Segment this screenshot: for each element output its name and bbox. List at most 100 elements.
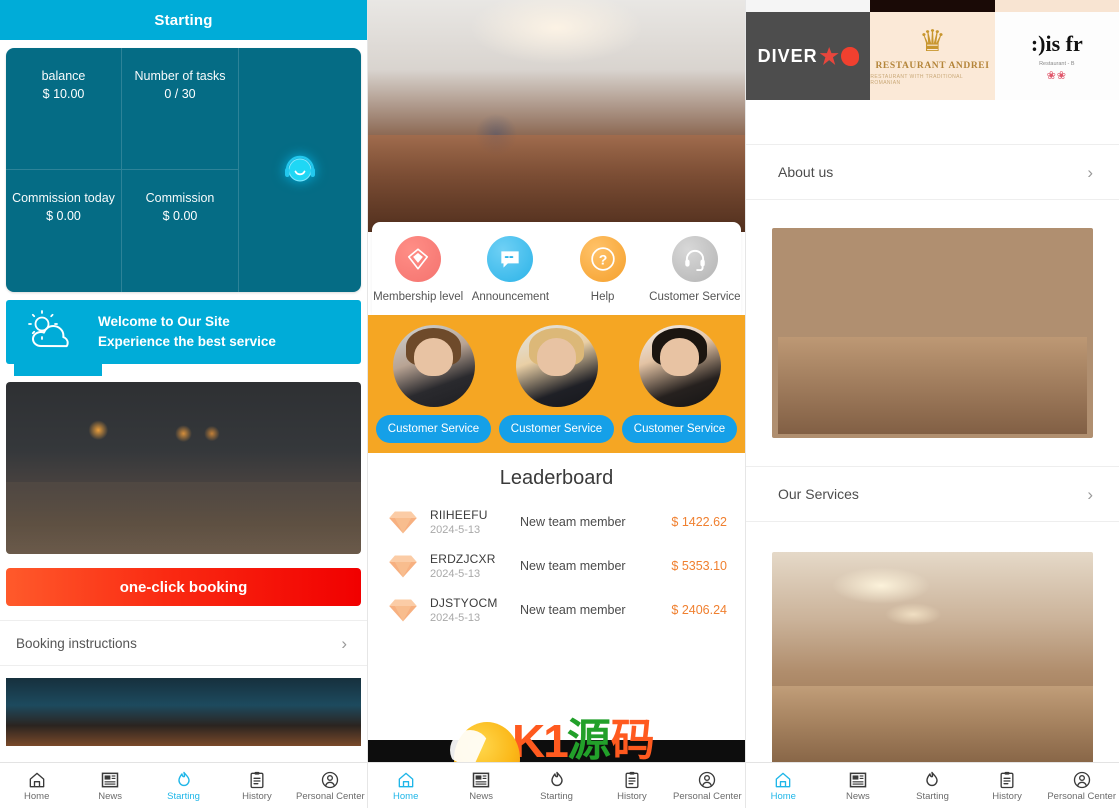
our-services-photo-image [772,552,1093,792]
leaderboard-amount: $ 2406.24 [671,603,727,617]
avatar-face [413,338,454,376]
quick-action-announcement[interactable]: Announcement [464,236,556,305]
news-icon [849,772,867,787]
stats-grid: balance $ 10.00 Number of tasks 0 / 30 C… [6,48,238,292]
three-panel-screenshot: Starting balance $ 10.00 Number of tasks… [0,0,1119,808]
tab-home[interactable]: Home [0,770,73,802]
tab-label: History [242,790,272,802]
member-name: RIIHEEFU [430,508,488,522]
our-services-photo [772,552,1093,792]
flower-mark-icon: ❀❀ [1046,69,1068,82]
bottom-navigation[interactable]: Home News Starting History Personal Cent… [0,762,367,808]
quick-action-label: Membership level [373,291,464,303]
about-us-row[interactable]: About us › [746,144,1119,200]
quick-action-label: Customer Service [649,291,741,303]
welcome-line-1: Welcome to Our Site [98,314,230,329]
tab-history[interactable]: History [594,770,669,802]
our-services-label: Our Services [778,486,859,502]
customer-service-entry[interactable]: Customer Service [376,325,491,443]
tab-label: Home [393,790,419,802]
quick-action-label: Help [590,291,615,303]
flame-icon [926,771,939,786]
tab-news[interactable]: News [73,770,146,802]
home-icon [398,772,414,787]
customer-service-button[interactable]: Customer Service [376,415,491,443]
one-click-booking-button[interactable]: one-click booking [6,568,361,606]
member-name: ERDZJCXR [430,552,496,566]
stat-value: $ 0.00 [162,209,198,223]
chevron-right-icon: › [341,633,347,653]
about-us-photo [772,228,1093,438]
speech-bubble-icon [487,236,534,282]
svg-text:?: ? [598,251,607,267]
brand-name: RESTAURANT ANDREI [875,60,990,71]
tab-news[interactable]: News [821,770,896,802]
tab-starting[interactable]: Starting [895,770,970,802]
tab-starting[interactable]: Starting [147,770,220,802]
booking-instructions-label: Booking instructions [16,635,137,651]
booking-instructions-row[interactable]: Booking instructions › [0,620,367,666]
leaderboard-desc: New team member [520,603,626,617]
brand-logo-diverxo: DIVER [746,0,871,100]
support-entry[interactable] [238,48,361,292]
leaderboard-member: DJSTYOCM 2024-5-13 [430,596,510,624]
avatar [392,325,475,407]
tab-label: Starting [540,790,573,802]
user-circle-icon [699,771,716,788]
diverxo-star-icon [819,47,839,65]
brand-name: :)is fr [1030,30,1083,56]
tab-label: News [846,790,870,802]
clipboard-icon [250,771,264,788]
headset-icon[interactable] [281,151,319,189]
quick-action-label: Announcement [471,291,550,303]
customer-service-band: Customer Service Customer Service Custom… [368,315,745,453]
tab-news[interactable]: News [443,770,518,802]
brand-subtitle: RESTAURANT WITH TRADITIONAL ROMANIAN [870,73,963,86]
gem-icon [389,511,417,534]
tab-label: History [617,790,647,802]
stats-card: balance $ 10.00 Number of tasks 0 / 30 C… [6,48,361,292]
quick-action-membership-level[interactable]: Membership level [372,236,464,305]
customer-service-entry[interactable]: Customer Service [499,325,614,443]
quick-action-customer-service[interactable]: Customer Service [649,236,741,305]
stat-value: 0 / 30 [164,87,196,101]
tab-starting[interactable]: Starting [519,770,594,802]
bottom-photo [6,678,361,746]
diverxo-logo: DIVER [758,46,859,67]
our-services-row[interactable]: Our Services › [746,466,1119,522]
bottom-photo-image [6,678,361,746]
stat-value: $ 0.00 [46,209,81,223]
leaderboard-row: DJSTYOCM 2024-5-13 New team member $ 240… [368,588,745,632]
quick-action-help[interactable]: ? Help [557,236,649,305]
chevron-right-icon: › [1087,162,1093,182]
tab-history[interactable]: History [220,770,293,802]
page-title: Starting [0,0,367,40]
customer-service-entry[interactable]: Customer Service [622,325,737,443]
tab-personal-center[interactable]: Personal Center [670,770,745,802]
kitchen-photo [6,382,361,554]
stat-label: balance [41,69,86,83]
customer-service-button[interactable]: Customer Service [622,415,737,443]
brand-logo-andrei: ♛ RESTAURANT ANDREI RESTAURANT WITH TRAD… [870,0,995,100]
tab-label: Personal Center [296,790,365,802]
tab-label: Personal Center [673,790,742,802]
tab-home[interactable]: Home [746,770,821,802]
gem-icon [389,555,417,578]
headset-icon [671,236,718,282]
tab-personal-center[interactable]: Personal Center [294,770,367,802]
about-us-label: About us [778,164,834,180]
tab-history[interactable]: History [970,770,1045,802]
clipboard-icon [1000,771,1014,788]
avatar-face [536,338,577,376]
tab-personal-center[interactable]: Personal Center [1044,770,1119,802]
welcome-banner: Welcome to Our Site Experience the best … [6,300,361,376]
bottom-navigation[interactable]: Home News Starting History Personal Cent… [368,762,745,808]
customer-service-button[interactable]: Customer Service [499,415,614,443]
leaderboard-member: ERDZJCXR 2024-5-13 [430,552,510,580]
diverxo-blob-icon [840,46,859,66]
hero-photo [368,0,745,232]
user-circle-icon [1073,771,1090,788]
tab-home[interactable]: Home [368,770,443,802]
brand-name: DIVER [757,45,818,66]
bottom-navigation[interactable]: Home News Starting History Personal Cent… [746,762,1119,808]
